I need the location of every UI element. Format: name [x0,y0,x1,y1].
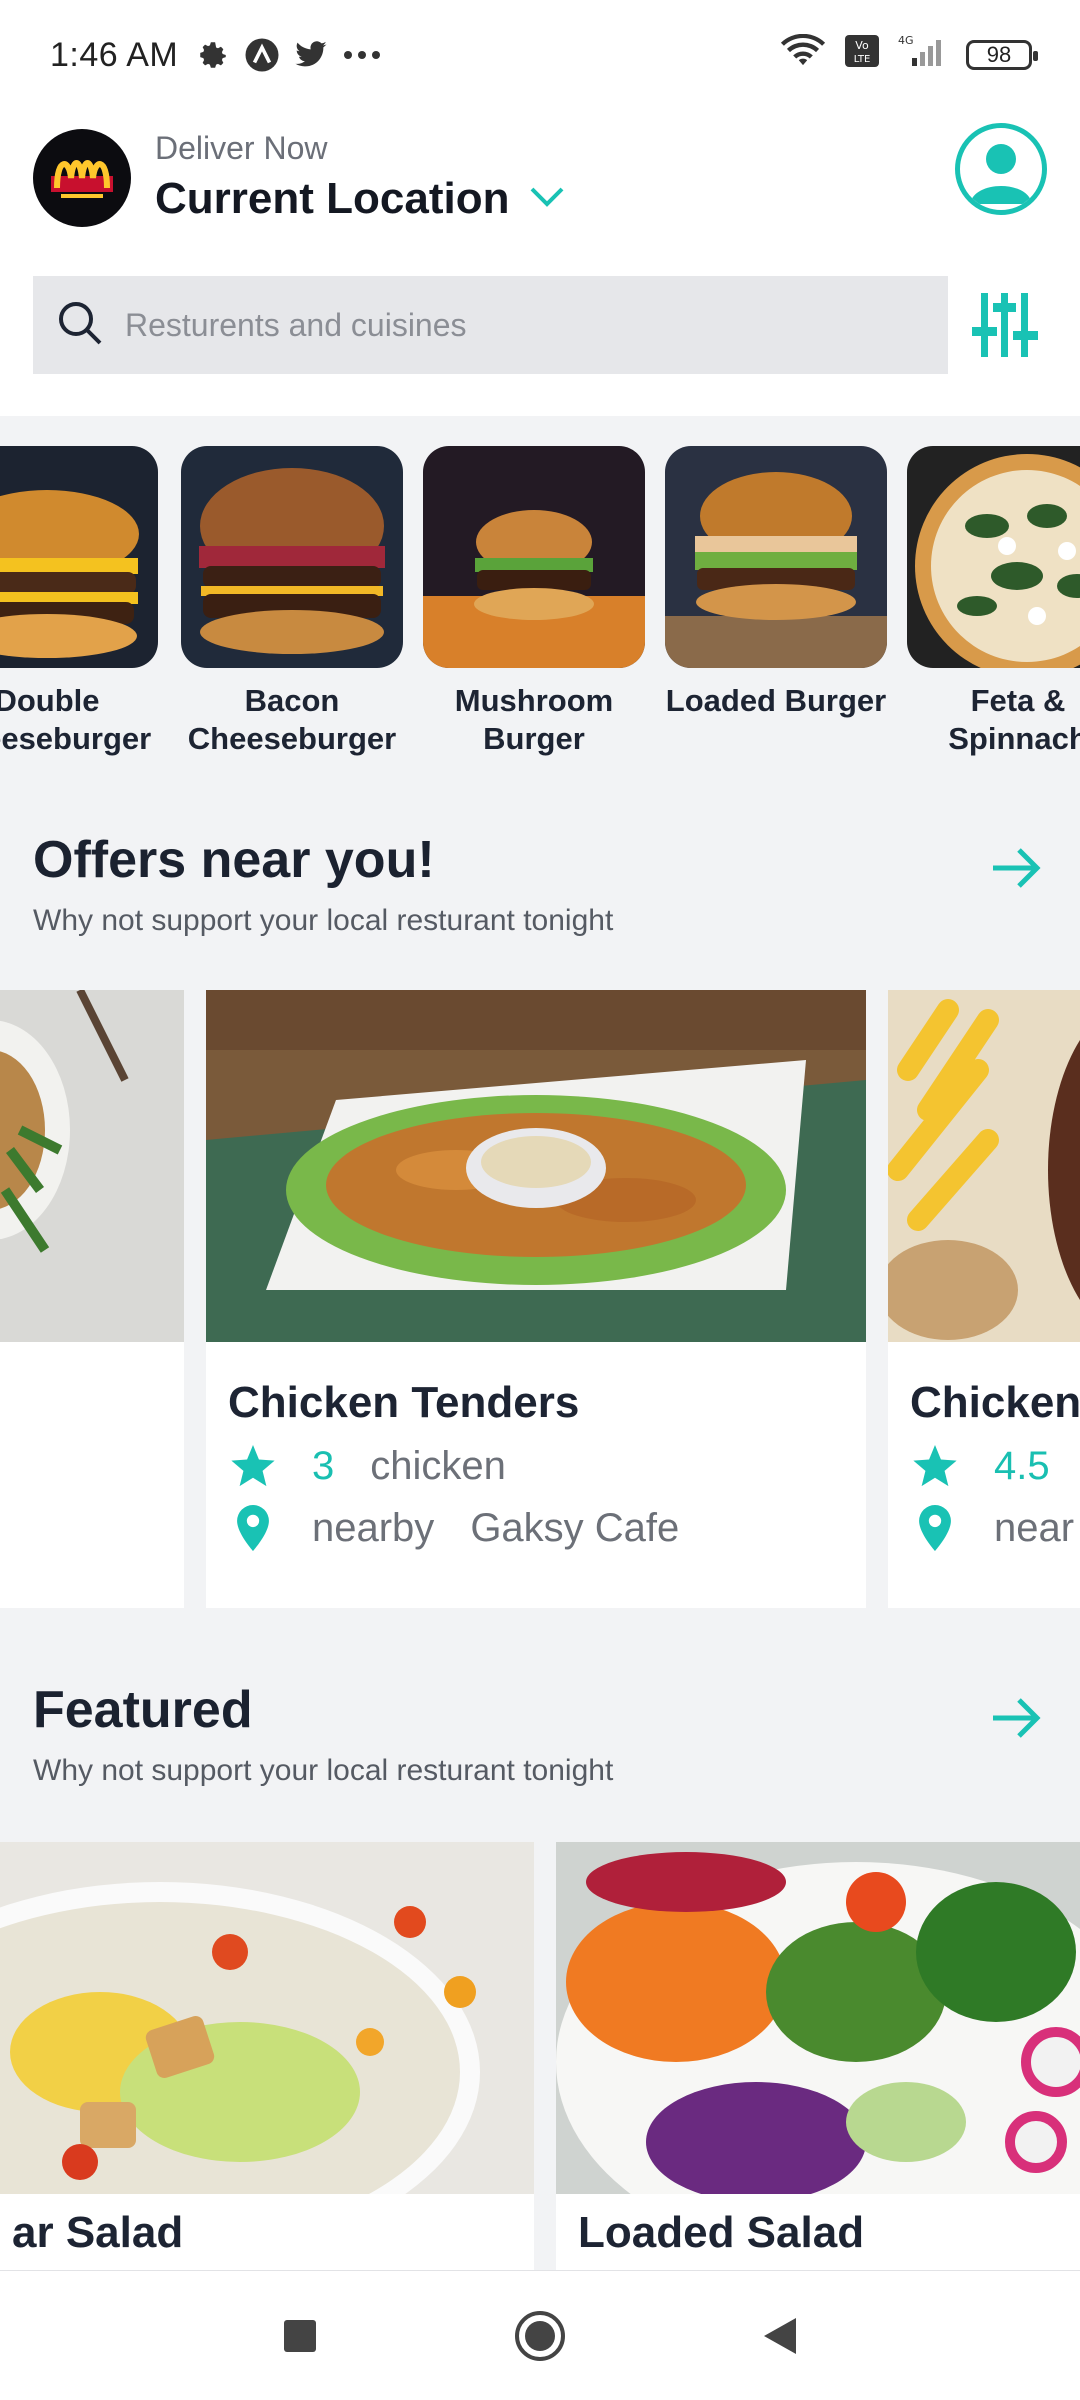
category-item[interactable]: Loaded Burger [665,446,887,720]
battery-level: 98 [986,42,1012,67]
category-image [181,446,403,668]
search-icon [57,300,103,351]
featured-see-all-button[interactable] [987,1688,1047,1748]
category-name: Bacon Cheeseburger [187,683,397,756]
back-button[interactable] [750,2306,810,2366]
gear-icon [196,38,230,72]
twitter-icon [294,40,328,70]
arrow-right-icon [993,1698,1041,1738]
category-image [907,446,1080,668]
featured-carousel[interactable]: ar Salad Loaded Salad [0,1842,1080,2272]
offer-card[interactable]: Chicken 4.5 near [888,990,1080,1608]
sliders-icon [972,293,1038,357]
section-title: Featured [33,1681,253,1739]
triangle-back-icon [764,2317,796,2354]
featured-card[interactable]: Loaded Salad [556,1842,1080,2272]
arrow-right-icon [993,848,1041,888]
deliver-label: Deliver Now [155,130,328,166]
battery-icon: 98 [966,40,1038,70]
app-header: Deliver Now Current Location [0,110,1080,416]
search-input[interactable] [125,306,925,344]
app-a-icon [244,37,280,73]
featured-image [556,1842,1080,2194]
offers-section-header: Offers near you! Why not support your lo… [33,830,1047,938]
featured-image [0,1842,534,2194]
category-item[interactable]: Bacon Cheeseburger [181,446,403,758]
offer-image [888,990,1080,1342]
offer-title: Chicken Tenders [228,1378,580,1427]
star-icon [228,1444,278,1489]
location-selector[interactable]: Current Location [155,174,565,224]
featured-card[interactable]: ar Salad [0,1842,534,2272]
rating-row: 4.5 [910,1444,1080,1489]
profile-button[interactable] [955,123,1047,215]
offer-title: Chicken [910,1378,1080,1427]
home-button[interactable] [510,2306,570,2366]
featured-section-header: Featured Why not support your local rest… [33,1680,1047,1788]
featured-title: Loaded Salad [578,2208,865,2257]
featured-title: ar Salad [12,2208,184,2257]
rating-row: 3 chicken [228,1444,844,1489]
location-title: Current Location [155,174,510,223]
rating-value: 4.5 [994,1444,1050,1488]
status-time: 1:46 AM [50,35,179,74]
offer-card[interactable]: Chicken Tenders 3 chicken nearby Gaksy C… [206,990,866,1608]
category-item[interactable]: Feta & Spinnach [907,446,1080,758]
section-subtitle: Why not support your local resturant ton… [33,1754,614,1787]
restaurant-logo[interactable] [33,129,131,227]
offers-see-all-button[interactable] [987,838,1047,898]
restaurant-name: Gaksy Cafe [470,1505,680,1550]
map-pin-icon [228,1505,278,1551]
section-title: Offers near you! [33,831,435,889]
system-nav-bar [0,2270,1080,2400]
distance-text: nearby [312,1505,435,1550]
rating-value: 3 [312,1444,335,1488]
offer-details: Chicken 4.5 near [888,1342,1080,1551]
signal-icon: 4G [898,34,948,77]
category-item[interactable]: Mushroom Burger [423,446,645,758]
map-pin-icon [910,1505,960,1551]
category-name: Double Cheeseburger [0,683,152,756]
status-bar: 1:46 AM Vo LTE 4G 98 [0,0,1080,110]
star-icon [910,1444,960,1489]
category-carousel[interactable]: Double Cheeseburger Bacon Cheeseburger [0,444,1080,774]
category-image [423,446,645,668]
circle-icon [515,2310,565,2361]
svg-text:4G: 4G [898,34,914,47]
offer-tag: chicken [370,1444,506,1488]
more-dots-icon [342,49,382,61]
offer-card[interactable] [0,990,184,1608]
section-subtitle: Why not support your local resturant ton… [33,904,614,937]
search-bar[interactable] [33,276,948,374]
wifi-icon [780,33,826,77]
offers-carousel[interactable]: Chicken Tenders 3 chicken nearby Gaksy C… [0,990,1080,1610]
category-item[interactable]: Double Cheeseburger [0,446,158,758]
chevron-down-icon [529,185,565,214]
recents-button[interactable] [270,2306,330,2366]
category-image [0,446,158,668]
category-name: Loaded Burger [665,683,887,718]
square-icon [284,2319,316,2352]
category-name: Feta & Spinnach [948,683,1080,756]
user-avatar-icon [970,144,1032,204]
volte-icon: Vo LTE [844,34,880,77]
offer-image [206,990,866,1342]
svg-text:Vo: Vo [855,39,869,52]
svg-text:LTE: LTE [854,54,871,65]
category-name: Mushroom Burger [454,683,614,756]
offer-image [0,990,184,1342]
offer-details: Chicken Tenders 3 chicken nearby Gaksy C… [206,1342,866,1551]
category-image [665,446,887,668]
distance-text: near [994,1505,1075,1550]
location-row: near [910,1505,1080,1551]
location-row: nearby Gaksy Cafe [228,1505,844,1551]
filter-button[interactable] [966,286,1044,364]
